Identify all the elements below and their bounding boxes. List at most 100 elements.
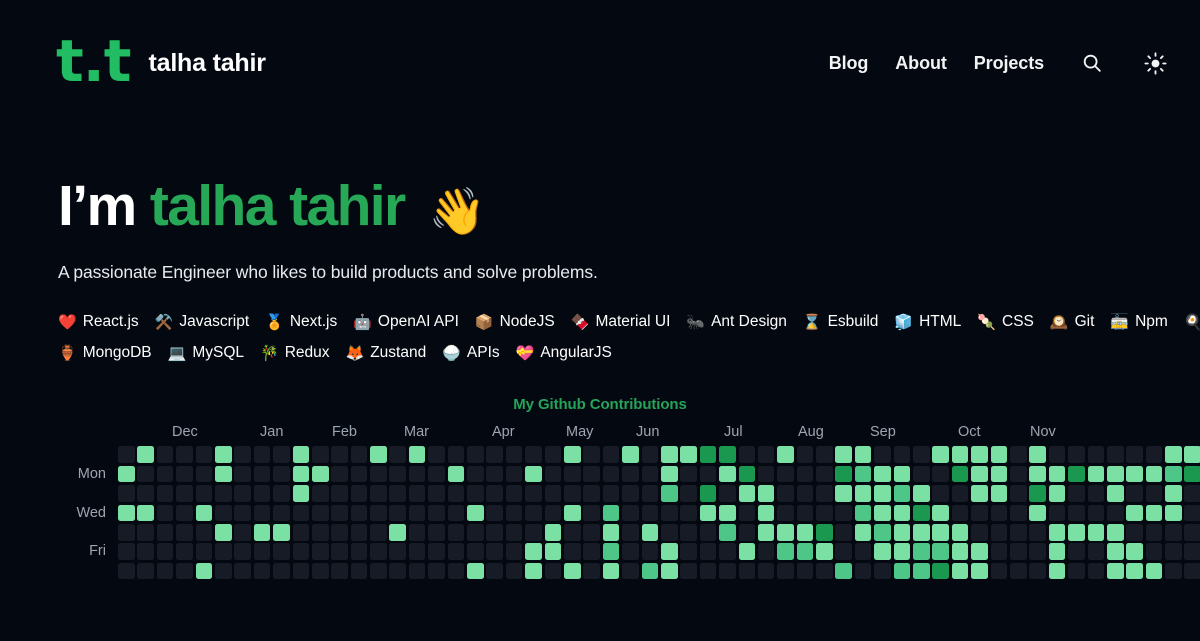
contribution-cell[interactable] [486,562,504,580]
contribution-cell[interactable] [311,504,329,522]
contribution-cell[interactable] [738,504,756,522]
contribution-cell[interactable] [331,446,348,463]
contribution-cell[interactable] [544,504,562,522]
contribution-cell[interactable] [602,485,620,502]
contribution-cell[interactable] [408,504,426,522]
contribution-cell[interactable] [1165,504,1182,522]
contribution-cell[interactable] [505,465,523,483]
contribution-cell[interactable] [137,446,154,463]
contribution-cell[interactable] [913,562,930,580]
contribution-cell[interactable] [699,523,717,541]
contribution-cell[interactable] [176,543,193,560]
contribution-cell[interactable] [253,446,271,463]
contribution-cell[interactable] [951,562,969,580]
contribution-cell[interactable] [777,504,794,522]
contribution-cell[interactable] [156,562,174,580]
contribution-cell[interactable] [311,485,329,502]
contribution-cell[interactable] [602,465,620,483]
contribution-cell[interactable] [1048,446,1066,463]
contribution-cell[interactable] [350,485,368,502]
contribution-cell[interactable] [1009,485,1027,502]
contribution-cell[interactable] [1068,485,1085,502]
contribution-cell[interactable] [1009,543,1027,560]
contribution-cell[interactable] [370,485,387,502]
contribution-cell[interactable] [273,446,290,463]
contribution-cell[interactable] [777,562,794,580]
contribution-cell[interactable] [1184,523,1200,541]
contribution-cell[interactable] [447,523,465,541]
contribution-cell[interactable] [1087,504,1105,522]
contribution-cell[interactable] [176,446,193,463]
contribution-cell[interactable] [234,543,251,560]
contribution-cell[interactable] [990,465,1008,483]
contribution-cell[interactable] [544,523,562,541]
contribution-cell[interactable] [757,523,775,541]
contribution-cell[interactable] [118,485,135,502]
contribution-cell[interactable] [816,523,833,541]
contribution-cell[interactable] [719,446,736,463]
contribution-cell[interactable] [854,465,872,483]
contribution-cell[interactable] [214,504,232,522]
contribution-cell[interactable] [195,543,213,560]
contribution-cell[interactable] [156,465,174,483]
contribution-cell[interactable] [951,523,969,541]
contribution-cell[interactable] [1048,543,1066,560]
contribution-cell[interactable] [389,523,407,541]
contribution-cell[interactable] [505,504,523,522]
contribution-cell[interactable] [428,446,445,463]
contribution-cell[interactable] [214,465,232,483]
contribution-cell[interactable] [486,465,504,483]
contribution-cell[interactable] [913,465,930,483]
contribution-cell[interactable] [641,543,659,560]
contribution-cell[interactable] [118,504,135,522]
contribution-cell[interactable] [273,504,290,522]
brand[interactable]: t.t talha tahir [56,32,266,94]
contribution-cell[interactable] [738,446,756,463]
contribution-cell[interactable] [234,523,251,541]
contribution-cell[interactable] [816,465,833,483]
contribution-cell[interactable] [990,523,1008,541]
contribution-cell[interactable] [757,465,775,483]
contribution-cell[interactable] [544,465,562,483]
contribution-cell[interactable] [660,543,678,560]
contribution-cell[interactable] [350,543,368,560]
contribution-cell[interactable] [913,523,930,541]
contribution-cell[interactable] [738,523,756,541]
contribution-cell[interactable] [583,504,600,522]
contribution-cell[interactable] [447,485,465,502]
contribution-cell[interactable] [854,504,872,522]
contribution-cell[interactable] [1165,485,1182,502]
contribution-cell[interactable] [932,446,949,463]
contribution-cell[interactable] [118,523,135,541]
contribution-cell[interactable] [525,523,542,541]
contribution-cell[interactable] [854,485,872,502]
contribution-cell[interactable] [156,504,174,522]
contribution-cell[interactable] [292,485,310,502]
contribution-cell[interactable] [1106,562,1124,580]
contribution-cell[interactable] [273,543,290,560]
contribution-cell[interactable] [1145,523,1163,541]
contribution-cell[interactable] [1145,446,1163,463]
contribution-cell[interactable] [273,523,290,541]
contribution-cell[interactable] [913,446,930,463]
contribution-cell[interactable] [641,562,659,580]
contribution-cell[interactable] [447,465,465,483]
contribution-cell[interactable] [505,446,523,463]
contribution-cell[interactable] [525,504,542,522]
contribution-cell[interactable] [816,504,833,522]
contribution-cell[interactable] [195,465,213,483]
contribution-cell[interactable] [816,446,833,463]
contribution-cell[interactable] [331,523,348,541]
contribution-cell[interactable] [1145,465,1163,483]
contribution-cell[interactable] [1106,485,1124,502]
contribution-cell[interactable] [1126,504,1143,522]
contribution-cell[interactable] [273,485,290,502]
contribution-cell[interactable] [505,543,523,560]
contribution-cell[interactable] [835,485,853,502]
contribution-cell[interactable] [253,543,271,560]
contribution-cell[interactable] [1126,446,1143,463]
contribution-cell[interactable] [602,562,620,580]
contribution-cell[interactable] [622,485,639,502]
contribution-cell[interactable] [428,465,445,483]
contribution-cell[interactable] [408,562,426,580]
